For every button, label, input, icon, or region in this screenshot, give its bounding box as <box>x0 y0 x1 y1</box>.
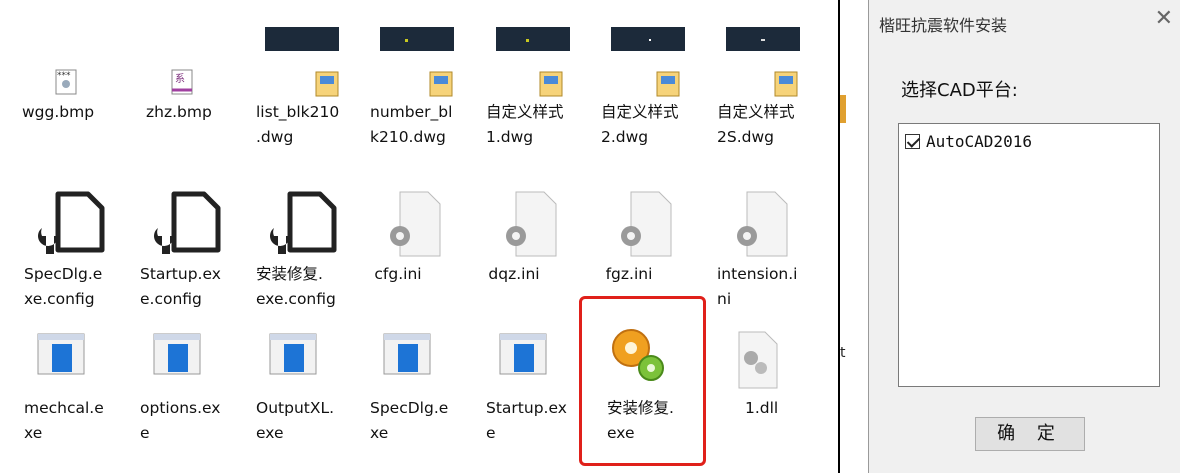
image-thumbnail[interactable] <box>611 27 685 51</box>
wrench-file-icon <box>38 191 105 254</box>
partial-text: t <box>840 345 846 361</box>
platform-list[interactable]: AutoCAD2016 <box>898 123 1160 387</box>
exe-window-icon <box>269 333 317 375</box>
file-explorer-pane: *** wgg.bmp 系 zhz.bmp list_blk210 .dwg n… <box>0 0 840 473</box>
dialog-title: 楷旺抗震软件安装 <box>879 16 1008 35</box>
platform-item-autocad2016[interactable]: AutoCAD2016 <box>905 132 1032 151</box>
image-thumbnail[interactable] <box>496 27 570 51</box>
wrench-file-icon <box>154 191 221 254</box>
install-dialog: 楷旺抗震软件安装 ✕ 选择CAD平台: AutoCAD2016 确 定 <box>868 0 1180 473</box>
wrench-file-icon <box>270 191 337 254</box>
ini-icon <box>621 191 672 257</box>
checkbox-checked-icon[interactable] <box>905 134 920 149</box>
image-thumbnail[interactable] <box>380 27 454 51</box>
ini-icon <box>737 191 788 257</box>
exe-window-icon <box>383 333 431 375</box>
partial-icon <box>840 95 846 123</box>
selection-highlight <box>579 296 706 466</box>
ini-icon <box>390 191 441 257</box>
ok-button[interactable]: 确 定 <box>975 417 1085 451</box>
svg-text:系: 系 <box>175 73 185 85</box>
ini-icon <box>506 191 557 257</box>
exe-window-icon <box>153 333 201 375</box>
dll-icon <box>738 331 778 389</box>
image-thumbnail[interactable] <box>265 27 339 51</box>
svg-text:***: *** <box>57 71 71 81</box>
platform-item-label: AutoCAD2016 <box>926 132 1032 151</box>
platform-label: 选择CAD平台: <box>901 80 1018 101</box>
image-thumbnail[interactable] <box>726 27 800 51</box>
background-window-strip: t <box>840 0 868 473</box>
close-icon[interactable]: ✕ <box>1155 6 1173 31</box>
exe-window-icon <box>37 333 85 375</box>
